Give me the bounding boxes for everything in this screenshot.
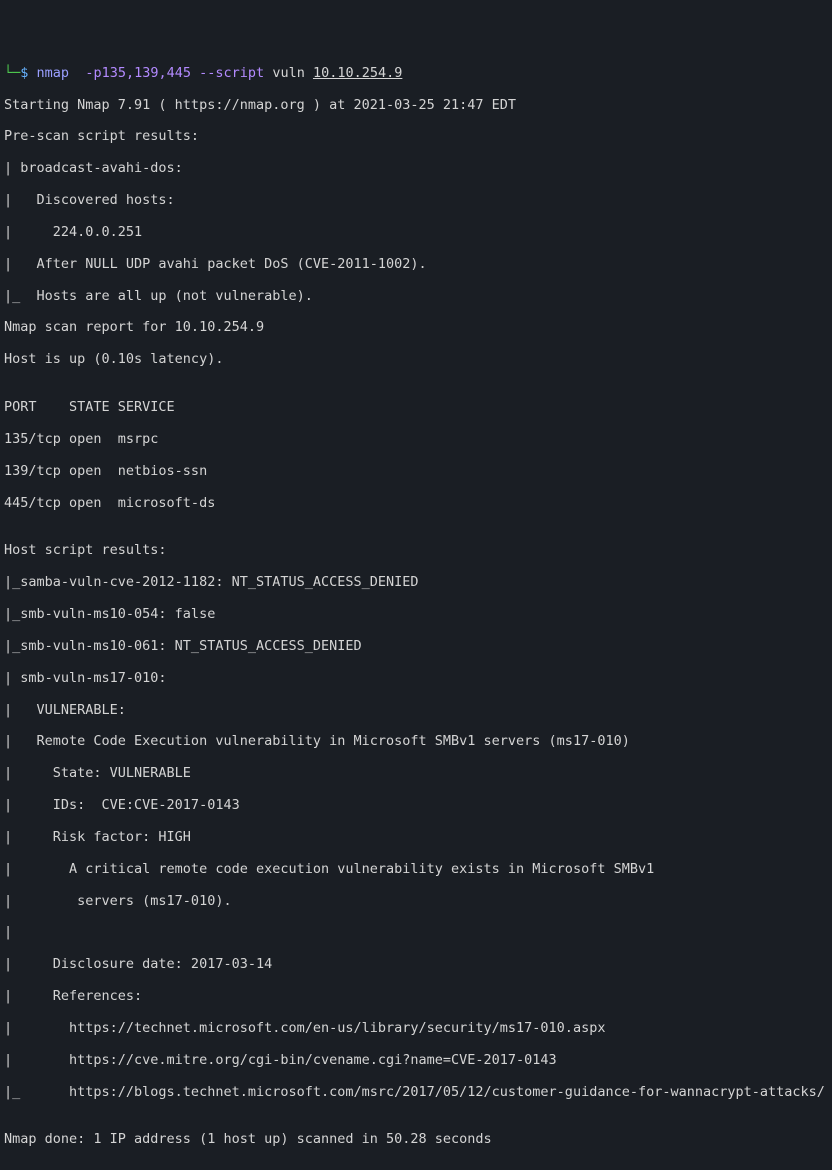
out-desc2: | servers (ms17-010). [4,894,828,910]
out-cve-ids: | IDs: CVE:CVE-2017-0143 [4,798,828,814]
out-port-header: PORT STATE SERVICE [4,400,828,416]
out-ref1: | https://technet.microsoft.com/en-us/li… [4,1021,828,1037]
out-scan-report: Nmap scan report for 10.10.254.9 [4,320,828,336]
out-samba-vuln: |_samba-vuln-cve-2012-1182: NT_STATUS_AC… [4,575,828,591]
command-nmap: nmap [37,65,70,81]
out-avahi-header: | broadcast-avahi-dos: [4,161,828,177]
script-name: vuln [272,65,305,81]
out-ref3: |_ https://blogs.technet.microsoft.com/m… [4,1085,828,1101]
out-avahi-dos: | After NULL UDP avahi packet DoS (CVE-2… [4,257,828,273]
out-hostscript-header: Host script results: [4,543,828,559]
out-vulnerable: | VULNERABLE: [4,703,828,719]
out-not-vulnerable: |_ Hosts are all up (not vulnerable). [4,289,828,305]
out-port-135: 135/tcp open msrpc [4,432,828,448]
out-host-ip: | 224.0.0.251 [4,225,828,241]
out-ms10-054: |_smb-vuln-ms10-054: false [4,607,828,623]
command-line[interactable]: └─$ nmap -p135,139,445 --script vuln 10.… [4,66,828,82]
out-ms10-061: |_smb-vuln-ms10-061: NT_STATUS_ACCESS_DE… [4,639,828,655]
out-rce-desc: | Remote Code Execution vulnerability in… [4,734,828,750]
out-risk-factor: | Risk factor: HIGH [4,830,828,846]
out-ms17-010-header: | smb-vuln-ms17-010: [4,671,828,687]
out-starting: Starting Nmap 7.91 ( https://nmap.org ) … [4,98,828,114]
out-references: | References: [4,989,828,1005]
out-done: Nmap done: 1 IP address (1 host up) scan… [4,1132,828,1148]
out-desc1: | A critical remote code execution vulne… [4,862,828,878]
flag-ports: -p135,139,445 [85,65,191,81]
out-prescan-header: Pre-scan script results: [4,129,828,145]
out-state: | State: VULNERABLE [4,766,828,782]
flag-script: --script [199,65,264,81]
out-port-139: 139/tcp open netbios-ssn [4,464,828,480]
out-ref2: | https://cve.mitre.org/cgi-bin/cvename.… [4,1053,828,1069]
target-ip: 10.10.254.9 [313,65,402,81]
prompt-arrow: └─ [4,65,20,81]
prompt-dollar: $ [20,65,28,81]
out-disclosure: | Disclosure date: 2017-03-14 [4,957,828,973]
out-pipe: | [4,925,828,941]
out-port-445: 445/tcp open microsoft-ds [4,496,828,512]
out-host-up: Host is up (0.10s latency). [4,352,828,368]
out-discovered-hosts: | Discovered hosts: [4,193,828,209]
